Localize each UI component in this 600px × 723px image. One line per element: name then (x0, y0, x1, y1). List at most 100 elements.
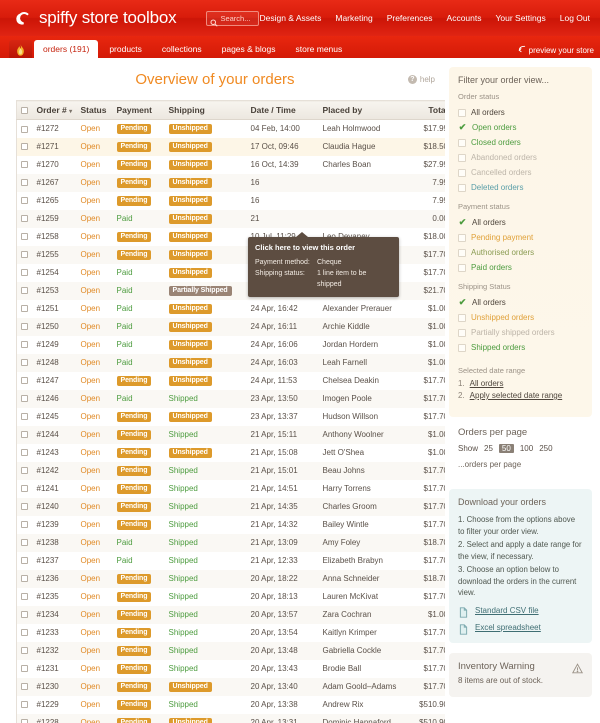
row-checkbox[interactable] (21, 683, 29, 691)
order-status-all-orders[interactable]: All orders (458, 105, 583, 120)
row-checkbox-cell[interactable] (17, 336, 33, 354)
nav-marketing[interactable]: Marketing (335, 13, 372, 23)
shipping-status-partially-shipped-orders[interactable]: Partially shipped orders (458, 325, 583, 340)
row-checkbox-cell[interactable] (17, 552, 33, 570)
table-row[interactable]: #1230 Open Pending Unshipped 20 Apr, 13:40 Ad… (16, 677, 453, 696)
row-checkbox-cell[interactable] (17, 354, 33, 372)
payment-status-all-orders[interactable]: ✔ All orders (458, 215, 583, 230)
cell-order-number[interactable]: #1241 (33, 480, 77, 498)
cell-order-number[interactable]: #1245 (33, 408, 77, 426)
filter-checkbox[interactable] (458, 328, 466, 337)
shipping-status-all-orders[interactable]: ✔ All orders (458, 295, 583, 310)
row-checkbox[interactable] (21, 665, 29, 673)
filter-checkbox[interactable] (458, 248, 466, 257)
row-checkbox[interactable] (21, 521, 29, 529)
cell-order-number[interactable]: #1236 (33, 570, 77, 588)
table-row[interactable]: #1248 Open Paid Unshipped 24 Apr, 16:03 Leah … (16, 353, 453, 372)
row-checkbox[interactable] (21, 341, 29, 349)
per-page-option-25[interactable]: 25 (484, 444, 493, 453)
table-row[interactable]: #1236 Open Pending Shipped 20 Apr, 18:22 Anna… (16, 569, 453, 588)
cell-order-number[interactable]: #1249 (33, 336, 77, 354)
preview-your-store-link[interactable]: preview your store (518, 45, 594, 55)
row-checkbox-cell[interactable] (17, 534, 33, 552)
table-row[interactable]: #1242 Open Pending Shipped 21 Apr, 15:01 Beau… (16, 461, 453, 480)
row-checkbox[interactable] (21, 629, 29, 637)
row-checkbox[interactable] (21, 449, 29, 457)
tab-store-menus[interactable]: store menus (286, 40, 351, 58)
excel-spreadsheet-link[interactable]: Excel spreadsheet (475, 623, 541, 632)
row-checkbox[interactable] (21, 575, 29, 583)
header-status[interactable]: Status (76, 100, 113, 120)
cell-order-number[interactable]: #1272 (33, 120, 77, 138)
table-row[interactable]: #1271 Open Pending Unshipped 17 Oct, 09:46 Cl… (16, 137, 453, 156)
row-checkbox-cell[interactable] (17, 426, 33, 444)
header-placed-by[interactable]: Placed by (318, 100, 405, 120)
table-row[interactable]: #1233 Open Pending Shipped 20 Apr, 13:54 Kait… (16, 623, 453, 642)
nav-preferences[interactable]: Preferences (387, 13, 433, 23)
tab-products[interactable]: products (100, 40, 151, 58)
tab-pages-blogs[interactable]: pages & blogs (213, 40, 285, 58)
filter-checkbox[interactable] (458, 108, 466, 117)
nav-accounts[interactable]: Accounts (447, 13, 482, 23)
row-checkbox[interactable] (21, 233, 29, 241)
row-checkbox[interactable] (21, 539, 29, 547)
order-status-abandoned-orders[interactable]: Abandoned orders (458, 150, 583, 165)
row-checkbox[interactable] (21, 197, 29, 205)
row-checkbox[interactable] (21, 215, 29, 223)
filter-checkbox[interactable] (458, 168, 466, 177)
table-row[interactable]: #1270 Open Pending Unshipped 16 Oct, 14:39 Ch… (16, 155, 453, 174)
table-row[interactable]: #1247 Open Pending Unshipped 24 Apr, 11:53 Ch… (16, 371, 453, 390)
tab-orders[interactable]: orders (191) (34, 40, 99, 58)
row-checkbox-cell[interactable] (17, 714, 33, 723)
cell-order-number[interactable]: #1228 (33, 714, 77, 723)
row-checkbox[interactable] (21, 413, 29, 421)
filter-checkbox[interactable] (458, 138, 466, 147)
help-button[interactable]: ? help (407, 74, 435, 84)
table-row[interactable]: #1267 Open Pending Unshipped 16 7.99 (16, 173, 453, 192)
table-row[interactable]: #1246 Open Paid Shipped 23 Apr, 13:50 Imogen … (16, 389, 453, 408)
table-row[interactable]: #1265 Open Pending Unshipped 16 7.99 (16, 191, 453, 210)
cell-order-number[interactable]: #1254 (33, 264, 77, 282)
cell-order-number[interactable]: #1239 (33, 516, 77, 534)
date-range-all-orders-link[interactable]: All orders (470, 379, 504, 388)
cell-order-number[interactable]: #1251 (33, 300, 77, 318)
cell-order-number[interactable]: #1267 (33, 174, 77, 192)
table-row[interactable]: #1250 Open Paid Unshipped 24 Apr, 16:11 Archi… (16, 317, 453, 336)
row-checkbox[interactable] (21, 305, 29, 313)
row-checkbox-cell[interactable] (17, 408, 33, 426)
header-date-time[interactable]: Date / Time (246, 100, 319, 120)
row-checkbox-cell[interactable] (17, 390, 33, 408)
row-checkbox[interactable] (21, 557, 29, 565)
filter-checkbox[interactable] (458, 263, 466, 272)
cell-order-number[interactable]: #1270 (33, 156, 77, 174)
download-excel-row[interactable]: Excel spreadsheet (458, 622, 583, 635)
row-checkbox-cell[interactable] (17, 174, 33, 192)
row-checkbox-cell[interactable] (17, 444, 33, 462)
cell-order-number[interactable]: #1237 (33, 552, 77, 570)
sort-descending-icon[interactable]: ▾ (69, 109, 72, 115)
row-checkbox[interactable] (21, 431, 29, 439)
row-checkbox[interactable] (21, 503, 29, 511)
row-checkbox-cell[interactable] (17, 498, 33, 516)
brand-logo[interactable]: spiffy store toolbox (14, 8, 177, 28)
cell-order-number[interactable]: #1233 (33, 624, 77, 642)
cell-order-number[interactable]: #1230 (33, 678, 77, 696)
order-status-cancelled-orders[interactable]: Cancelled orders (458, 165, 583, 180)
row-checkbox-cell[interactable] (17, 246, 33, 264)
table-row[interactable]: #1237 Open Paid Shipped 21 Apr, 12:33 Elizabe… (16, 551, 453, 570)
row-checkbox[interactable] (21, 269, 29, 277)
cell-order-number[interactable]: #1240 (33, 498, 77, 516)
row-checkbox-cell[interactable] (17, 372, 33, 390)
row-checkbox[interactable] (21, 323, 29, 331)
date-range-apply-link[interactable]: Apply selected date range (470, 391, 563, 400)
order-status-open-orders[interactable]: ✔ Open orders (458, 120, 583, 135)
cell-order-number[interactable]: #1271 (33, 138, 77, 156)
row-checkbox-cell[interactable] (17, 138, 33, 156)
order-status-closed-orders[interactable]: Closed orders (458, 135, 583, 150)
row-checkbox-cell[interactable] (17, 156, 33, 174)
cell-order-number[interactable]: #1258 (33, 228, 77, 246)
header-payment[interactable]: Payment (112, 100, 165, 120)
row-checkbox-cell[interactable] (17, 606, 33, 624)
cell-order-number[interactable]: #1232 (33, 642, 77, 660)
row-checkbox[interactable] (21, 359, 29, 367)
